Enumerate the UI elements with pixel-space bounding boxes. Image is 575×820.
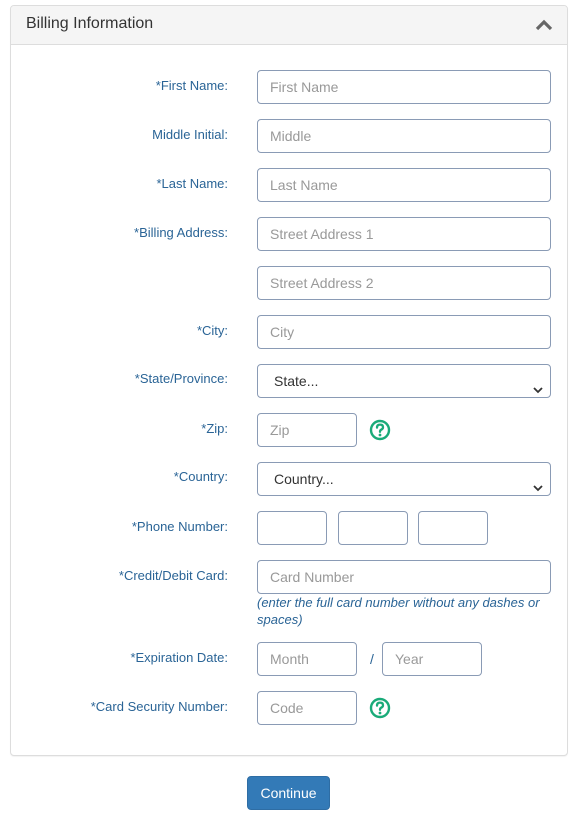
phone-area-code-input[interactable] [257, 511, 327, 545]
state-select[interactable]: State... [257, 364, 551, 398]
phone-prefix-input[interactable] [338, 511, 408, 545]
chevron-up-icon[interactable] [535, 17, 553, 33]
last-name-input[interactable] [257, 168, 551, 202]
country-label: *Country: [173, 469, 228, 484]
card-hint: (enter the full card number without any … [257, 595, 540, 627]
zip-input[interactable] [257, 413, 357, 447]
expiration-label: *Expiration Date: [130, 650, 228, 665]
expiration-year-input[interactable] [382, 642, 482, 676]
expiration-month-input[interactable] [257, 642, 357, 676]
first-name-label: *First Name: [155, 78, 228, 93]
state-selected-value: State... [274, 373, 319, 389]
last-name-label: *Last Name: [156, 176, 228, 191]
question-circle-icon[interactable] [369, 697, 391, 719]
continue-button[interactable]: Continue [247, 776, 330, 810]
country-selected-value: Country... [274, 471, 334, 487]
security-code-label: *Card Security Number: [90, 699, 228, 714]
chevron-down-icon [532, 473, 544, 492]
phone-label: *Phone Number: [131, 519, 228, 534]
billing-address-label: *Billing Address: [134, 225, 228, 240]
city-label: *City: [196, 323, 228, 338]
city-input[interactable] [257, 315, 551, 349]
zip-label: *Zip: [201, 421, 228, 436]
date-separator: / [370, 651, 374, 667]
panel-heading[interactable]: Billing Information [11, 6, 567, 45]
card-label: *Credit/Debit Card: [118, 568, 228, 583]
panel-title: Billing Information [26, 15, 154, 32]
state-label: *State/Province: [134, 371, 228, 386]
street-address-1-input[interactable] [257, 217, 551, 251]
country-select[interactable]: Country... [257, 462, 551, 496]
chevron-down-icon [532, 375, 544, 394]
first-name-input[interactable] [257, 70, 551, 104]
street-address-2-input[interactable] [257, 266, 551, 300]
security-code-input[interactable] [257, 691, 357, 725]
question-circle-icon[interactable] [369, 419, 391, 441]
phone-line-input[interactable] [418, 511, 488, 545]
card-number-input[interactable] [257, 560, 551, 594]
middle-initial-label: Middle Initial: [152, 127, 228, 142]
middle-initial-input[interactable] [257, 119, 551, 153]
